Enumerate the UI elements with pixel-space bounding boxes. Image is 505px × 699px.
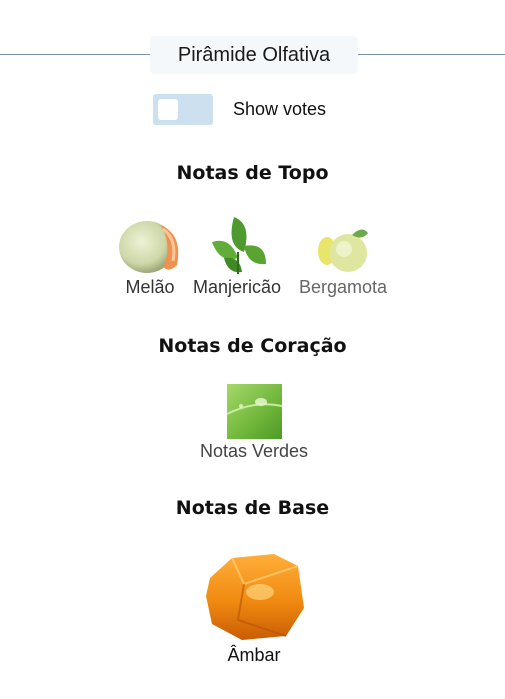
green-notes-icon [226,384,282,439]
note-melon[interactable]: Melão [115,215,185,298]
pyramid-title: Pirâmide Olfativa [150,36,358,74]
section-title-top: Notas de Topo [176,162,329,184]
note-bergamot[interactable]: Bergamota [293,225,393,298]
note-label: Âmbar [227,645,281,665]
section-title-base: Notas de Base [175,497,330,519]
basil-icon [212,217,266,274]
note-label: Notas Verdes [199,441,309,461]
note-amber[interactable]: Âmbar [200,550,308,666]
pyramid-header: Pirâmide Olfativa [0,36,505,74]
show-votes-label: Show votes [233,99,327,119]
show-votes-toggle[interactable] [153,94,213,125]
header-divider-left [0,54,150,55]
note-label: Bergamota [298,277,388,297]
note-label: Manjericão [192,277,282,297]
note-label: Melão [125,277,175,297]
section-title-heart: Notas de Coração [158,335,347,357]
header-divider-right [358,54,505,55]
amber-icon [206,554,304,640]
melon-icon [119,221,179,273]
note-basil[interactable]: Manjericão [186,212,288,298]
note-green-notes[interactable]: Notas Verdes [190,384,318,462]
bergamot-icon [318,229,368,272]
toggle-knob [158,99,178,120]
